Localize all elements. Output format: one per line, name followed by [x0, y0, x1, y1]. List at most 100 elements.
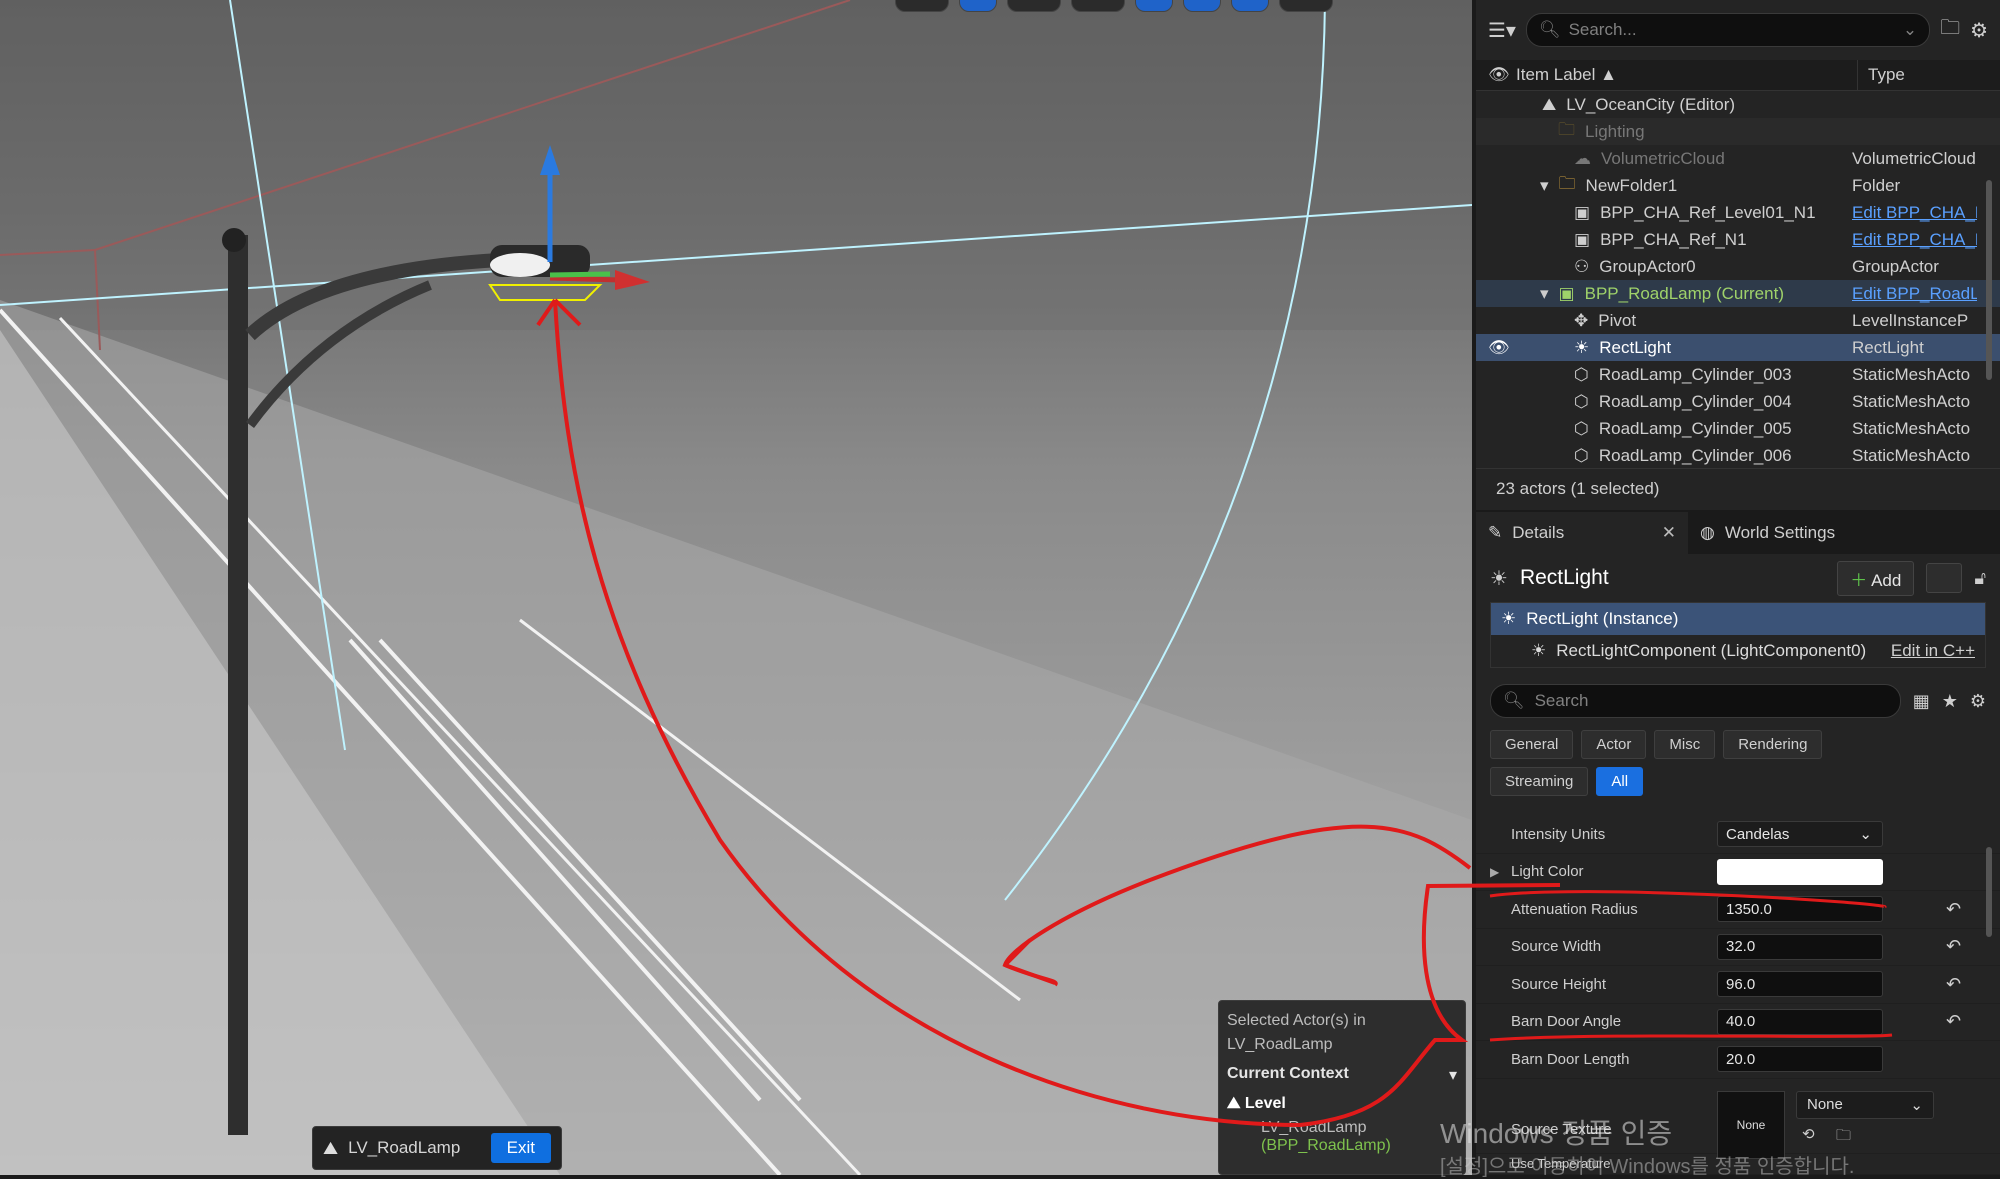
outliner-row-cylinder-005[interactable]: ⬡ RoadLamp_Cylinder_005 StaticMeshActo [1476, 415, 2000, 442]
details-search-placeholder: Search [1534, 691, 1589, 710]
chevron-down-icon: ⌄ [1910, 1096, 1923, 1114]
rect-light-icon: ☀ [1574, 337, 1590, 357]
expand-arrow-icon[interactable]: ▾ [1540, 284, 1549, 304]
viewport-camera-speed-button[interactable] [1279, 0, 1333, 12]
folder-icon: 🗀 [1558, 174, 1576, 193]
component-tree-lightcomponent[interactable]: ☀ RectLightComponent (LightComponent0) E… [1491, 635, 1985, 667]
blueprint-button[interactable] [1926, 563, 1963, 593]
column-type[interactable]: Type [1858, 65, 2000, 85]
chevron-down-icon: ▾ [1448, 1067, 1457, 1084]
light-color-swatch[interactable] [1717, 858, 1883, 885]
viewport-surface-snap-button[interactable] [1071, 0, 1125, 12]
outliner-row-type: StaticMeshActo [1852, 418, 1971, 438]
outliner-row-newfolder1[interactable]: ▾ 🗀 NewFolder1 Folder [1476, 172, 2000, 199]
outliner-row-type: RectLight [1852, 337, 1924, 357]
eye-icon[interactable]: 👁︎ [1488, 65, 1510, 85]
context-level-label: Level [1244, 1095, 1286, 1112]
star-icon[interactable]: ★ [1942, 691, 1958, 712]
filter-all-button[interactable]: All [1596, 767, 1644, 796]
outliner-row-edit-link[interactable]: Edit BPP_RoadL [1852, 284, 1977, 304]
prop-name: Intensity Units [1511, 825, 1606, 843]
prop-attenuation-radius: Attenuation Radius 1350.0 ↶ [1476, 891, 2000, 929]
outliner-row-edit-link[interactable]: Edit BPP_CHA_R [1852, 203, 1977, 223]
barn-door-angle-input[interactable]: 40.0 [1717, 1008, 1883, 1035]
viewport-rotation-snap-button[interactable] [1183, 0, 1221, 12]
outliner-row-label: BPP_RoadLamp (Current) [1584, 283, 1784, 303]
add-folder-icon[interactable]: 🗀 [1940, 13, 1960, 47]
outliner-row-volumetriccloud[interactable]: ☁ VolumetricCloud VolumetricCloud [1476, 145, 2000, 172]
lock-icon[interactable]: 🔓︎ [1974, 568, 1986, 589]
filter-misc-button[interactable]: Misc [1654, 730, 1716, 759]
filter-icon[interactable]: ☰▾ [1488, 18, 1516, 43]
edit-in-cpp-link[interactable]: Edit in C++ [1891, 641, 1975, 661]
source-texture-dropdown[interactable]: None ⌄ [1796, 1090, 1934, 1119]
source-width-input[interactable]: 32.0 [1717, 933, 1883, 960]
search-icon: 🔍︎ [1503, 691, 1525, 710]
gear-icon[interactable]: ⚙ [1970, 691, 1986, 712]
component-tree-instance[interactable]: ☀ RectLight (Instance) [1491, 603, 1985, 635]
reset-arrow-icon[interactable]: ↶ [1946, 1011, 1961, 1032]
tab-details[interactable]: ✎ Details ✕ [1476, 512, 1688, 554]
outliner-row-bpp-roadlamp[interactable]: ▾ ▣ BPP_RoadLamp (Current) Edit BPP_RoadL [1476, 280, 2000, 307]
intensity-units-dropdown[interactable]: Candelas ⌄ [1717, 821, 1883, 848]
outliner-row-groupactor0[interactable]: ⚇ GroupActor0 GroupActor [1476, 253, 2000, 280]
exit-button[interactable]: Exit [490, 1133, 551, 1163]
source-texture-thumbnail[interactable]: None [1717, 1090, 1785, 1159]
outliner-row-label: BPP_CHA_Ref_Level01_N1 [1600, 202, 1816, 222]
outliner-row-type: StaticMeshActo [1852, 364, 1971, 384]
level-viewport[interactable]: ⛰ LV_RoadLamp Exit Selected Actor(s) in … [0, 0, 1472, 1175]
reset-arrow-icon[interactable]: ↶ [1946, 936, 1961, 957]
tab-world-settings[interactable]: ◍ World Settings [1688, 512, 1847, 554]
outliner-row-label: RoadLamp_Cylinder_004 [1598, 391, 1792, 411]
expand-arrow-icon[interactable]: ▾ [1540, 176, 1549, 196]
column-item-label-text: Item Label ▲ [1516, 65, 1617, 84]
use-selected-icon[interactable]: ⟲ [1802, 1125, 1815, 1143]
outliner-row-type: LevelInstanceP [1852, 310, 1969, 330]
expand-arrow-icon[interactable]: ▶ [1490, 865, 1499, 879]
prop-intensity-units: Intensity Units Candelas ⌄ [1476, 816, 2000, 854]
outliner-row-world[interactable]: ⛰ LV_OceanCity (Editor) [1476, 91, 2000, 118]
outliner-row-cylinder-006[interactable]: ⬡ RoadLamp_Cylinder_006 StaticMeshActo [1476, 442, 2000, 469]
eye-icon[interactable]: 👁︎ [1488, 338, 1510, 358]
details-search-input[interactable]: 🔍︎ Search [1490, 684, 1901, 718]
barn-door-length-input[interactable]: 20.0 [1717, 1046, 1883, 1073]
outliner-row-rectlight[interactable]: 👁︎ ☀ RectLight RectLight [1476, 334, 2000, 361]
viewport-scale-snap-button[interactable] [1231, 0, 1269, 12]
viewport-select-mode-button[interactable] [959, 0, 997, 12]
add-component-button[interactable]: ＋ Add [1837, 560, 1915, 596]
filter-general-button[interactable]: General [1490, 730, 1574, 759]
table-view-icon[interactable]: ▦ [1913, 691, 1930, 712]
outliner-search-placeholder: Search... [1568, 20, 1637, 39]
prop-name: Attenuation Radius [1511, 900, 1638, 918]
outliner-scrollbar[interactable] [1986, 180, 1992, 380]
filter-actor-button[interactable]: Actor [1581, 730, 1647, 759]
intensity-units-value: Candelas [1726, 825, 1790, 843]
outliner-row-pivot[interactable]: ✥ Pivot LevelInstanceP [1476, 307, 2000, 334]
viewport-rotate-button[interactable] [1007, 0, 1061, 12]
browse-icon[interactable]: 🗀 [1836, 1125, 1851, 1150]
reset-arrow-icon[interactable]: ↶ [1946, 974, 1961, 995]
viewport-transform-button[interactable] [895, 0, 949, 12]
close-icon[interactable]: ✕ [1662, 523, 1676, 543]
current-context-toggle[interactable]: Current Context ▾ [1227, 1065, 1457, 1085]
gear-icon[interactable]: ⚙ [1970, 18, 1988, 43]
outliner-row-lighting[interactable]: 🗀 Lighting [1476, 118, 2000, 145]
outliner-row-bpp-cha-ref[interactable]: ▣ BPP_CHA_Ref_N1 Edit BPP_CHA_R [1476, 226, 2000, 253]
column-item-label[interactable]: 👁︎ Item Label ▲ [1476, 60, 1858, 90]
details-scrollbar[interactable] [1986, 847, 1992, 937]
outliner-row-cylinder-004[interactable]: ⬡ RoadLamp_Cylinder_004 StaticMeshActo [1476, 388, 2000, 415]
attenuation-radius-input[interactable]: 1350.0 [1717, 896, 1883, 923]
rect-light-icon: ☀ [1531, 641, 1547, 660]
level-instance-icon: ▣ [1558, 283, 1575, 303]
source-height-input[interactable]: 96.0 [1717, 971, 1883, 998]
reset-arrow-icon[interactable]: ↶ [1946, 899, 1961, 920]
filter-streaming-button[interactable]: Streaming [1490, 767, 1589, 796]
pencil-icon: ✎ [1488, 523, 1503, 542]
outliner-row-bpp-cha-ref-level01[interactable]: ▣ BPP_CHA_Ref_Level01_N1 Edit BPP_CHA_R [1476, 199, 2000, 226]
viewport-grid-snap-button[interactable] [1135, 0, 1173, 12]
filter-rendering-button[interactable]: Rendering [1723, 730, 1823, 759]
outliner-row-edit-link[interactable]: Edit BPP_CHA_R [1852, 230, 1977, 250]
outliner-row-cylinder-003[interactable]: ⬡ RoadLamp_Cylinder_003 StaticMeshActo [1476, 361, 2000, 388]
outliner-search-input[interactable]: 🔍︎ Search... ⌄ [1525, 13, 1931, 47]
static-mesh-icon: ⬡ [1574, 391, 1589, 411]
